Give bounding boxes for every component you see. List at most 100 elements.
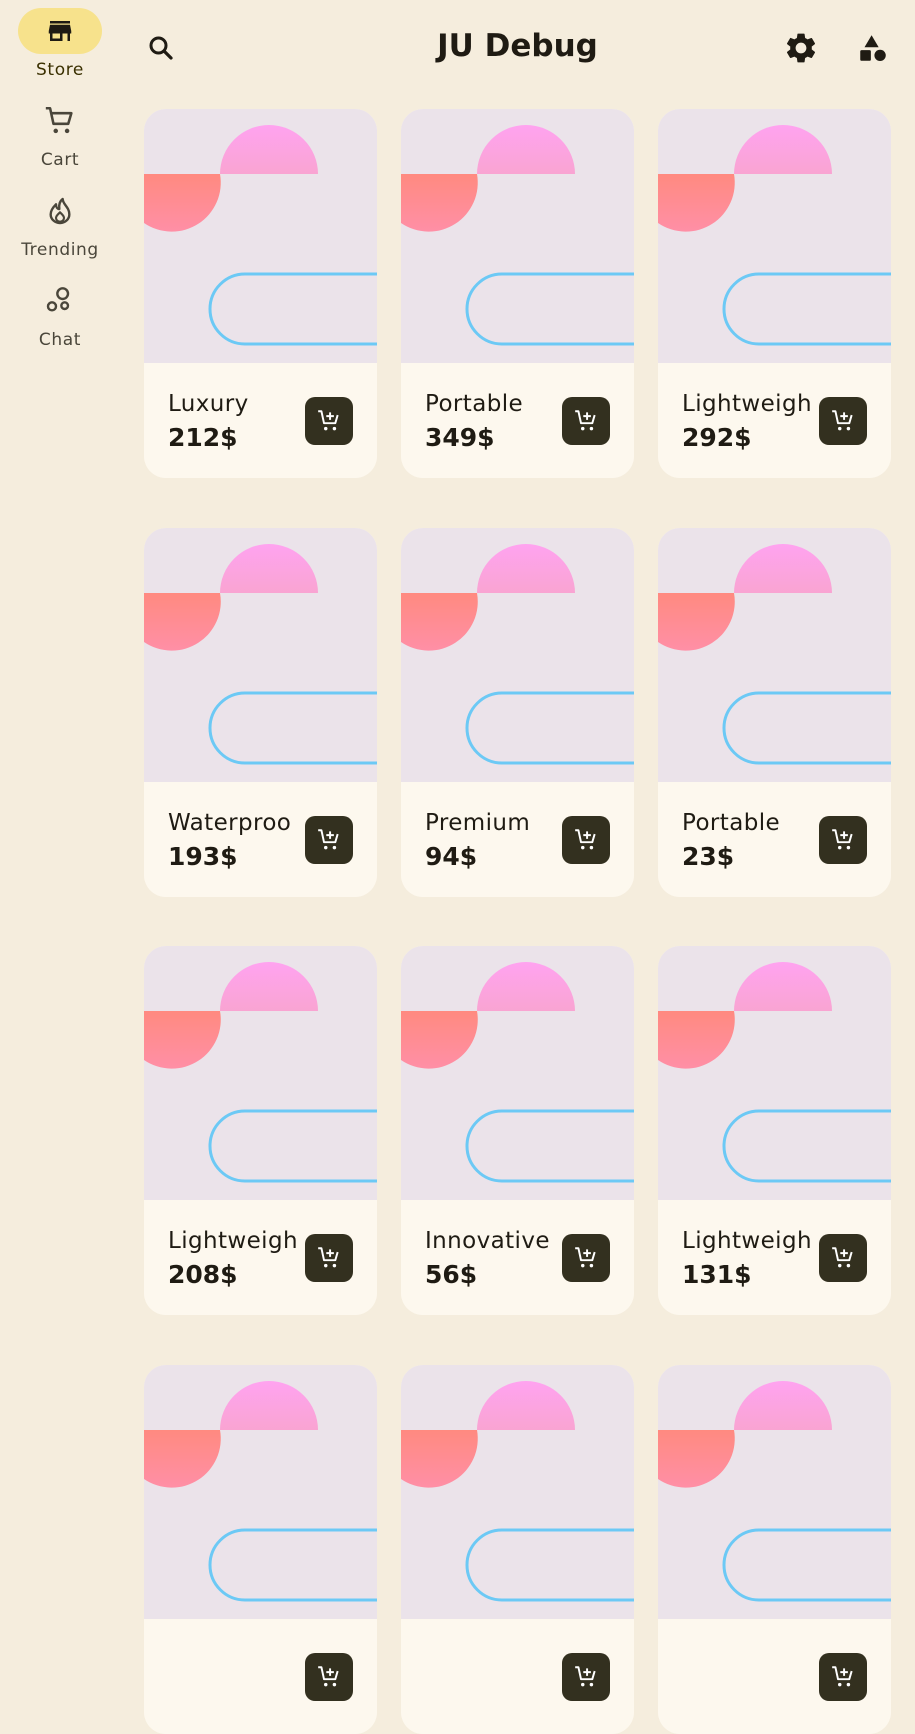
product-image <box>658 946 891 1200</box>
product-card[interactable] <box>658 1364 891 1734</box>
add-to-cart-button[interactable] <box>305 1652 353 1701</box>
nav-label-chat: Chat <box>38 330 82 350</box>
product-card[interactable] <box>401 1364 634 1734</box>
product-price: 349$ <box>425 423 495 452</box>
product-name: Premium <box>425 809 531 836</box>
product-price: 131$ <box>682 1260 752 1289</box>
add-shopping-cart-icon <box>575 410 596 431</box>
chat-icon <box>46 287 70 312</box>
add-shopping-cart-icon <box>318 1247 339 1268</box>
add-to-cart-button[interactable] <box>819 1234 867 1282</box>
abstract-shapes-illustration <box>144 1380 377 1601</box>
add-shopping-cart-icon <box>832 1247 853 1268</box>
product-image <box>401 1364 634 1619</box>
product-card[interactable] <box>144 1364 377 1734</box>
product-name: Portable <box>425 391 524 417</box>
store-icon <box>48 21 72 41</box>
add-to-cart-button[interactable] <box>562 815 610 864</box>
product-name: Portable <box>682 809 781 836</box>
product-info <box>144 1618 377 1734</box>
product-image <box>144 527 377 782</box>
nav-item-trending[interactable]: Trending <box>0 188 120 260</box>
abstract-shapes-illustration <box>658 125 891 346</box>
product-image <box>144 946 377 1200</box>
product-price: 212$ <box>168 423 238 452</box>
add-to-cart-button[interactable] <box>305 397 353 445</box>
add-to-cart-button[interactable] <box>819 397 867 445</box>
nav-item-cart[interactable]: Cart <box>0 98 120 170</box>
product-price: 56$ <box>425 1260 478 1289</box>
abstract-shapes-illustration <box>144 543 377 764</box>
product-image <box>401 946 634 1200</box>
product-info <box>658 1618 891 1734</box>
add-to-cart-button[interactable] <box>305 1234 353 1282</box>
product-name: Innovative <box>425 1228 550 1254</box>
store-icon-container <box>18 8 102 54</box>
chat-icon-container <box>18 278 102 324</box>
add-to-cart-button[interactable] <box>562 397 610 445</box>
search-button[interactable] <box>139 26 183 70</box>
trending-icon <box>49 197 71 225</box>
product-info: Premium 94$ <box>401 781 634 897</box>
shapes-icon <box>860 35 886 62</box>
product-info: Waterproo 193$ <box>144 781 377 897</box>
add-shopping-cart-icon <box>318 828 339 849</box>
product-info: Portable 349$ <box>401 363 634 478</box>
product-image <box>144 1364 377 1619</box>
product-card[interactable]: Lightweigh 131$ <box>658 946 891 1315</box>
abstract-shapes-illustration <box>658 962 891 1183</box>
product-image <box>401 527 634 782</box>
product-info: Lightweigh 208$ <box>144 1200 377 1315</box>
add-to-cart-button[interactable] <box>305 815 353 864</box>
product-info <box>401 1618 634 1734</box>
nav-item-store[interactable]: Store <box>0 8 120 80</box>
abstract-shapes-illustration <box>658 543 891 764</box>
product-info: Lightweigh 131$ <box>658 1200 891 1315</box>
add-to-cart-button[interactable] <box>562 1652 610 1701</box>
product-image <box>658 109 891 363</box>
product-name: Waterproo <box>168 809 292 836</box>
add-shopping-cart-icon <box>575 1665 596 1686</box>
shapes-button[interactable] <box>851 26 895 70</box>
product-name: Lightweigh <box>682 1228 812 1254</box>
cart-icon <box>45 106 73 134</box>
nav-label-cart: Cart <box>40 150 80 170</box>
product-card[interactable]: Portable 23$ <box>658 527 891 897</box>
add-shopping-cart-icon <box>832 1665 853 1686</box>
product-card[interactable]: Premium 94$ <box>401 527 634 897</box>
add-shopping-cart-icon <box>575 1247 596 1268</box>
product-price: 23$ <box>682 841 735 871</box>
product-image <box>658 1364 891 1619</box>
add-shopping-cart-icon <box>318 1665 339 1686</box>
trending-icon-container <box>18 188 102 234</box>
settings-button[interactable] <box>779 26 823 70</box>
product-card[interactable]: Lightweigh 292$ <box>658 109 891 478</box>
product-card[interactable]: Luxury 212$ <box>144 109 377 478</box>
top-app-bar: JU Debug <box>120 0 915 100</box>
product-image <box>658 527 891 782</box>
nav-label-trending: Trending <box>21 240 99 260</box>
product-card[interactable]: Waterproo 193$ <box>144 527 377 897</box>
add-to-cart-button[interactable] <box>819 1652 867 1701</box>
product-name: Lightweigh <box>168 1228 298 1254</box>
product-card[interactable]: Lightweigh 208$ <box>144 946 377 1315</box>
product-info: Portable 23$ <box>658 781 891 897</box>
add-shopping-cart-icon <box>832 828 853 849</box>
abstract-shapes-illustration <box>144 962 377 1183</box>
abstract-shapes-illustration <box>401 962 634 1183</box>
add-to-cart-button[interactable] <box>562 1234 610 1282</box>
product-info: Lightweigh 292$ <box>658 363 891 478</box>
product-price: 208$ <box>168 1260 238 1289</box>
nav-item-chat[interactable]: Chat <box>0 278 120 350</box>
add-shopping-cart-icon <box>318 410 339 431</box>
cart-icon-container <box>18 98 102 144</box>
abstract-shapes-illustration <box>401 125 634 346</box>
product-card[interactable]: Portable 349$ <box>401 109 634 478</box>
add-shopping-cart-icon <box>832 410 853 431</box>
product-name: Luxury <box>168 391 249 417</box>
product-price: 94$ <box>425 841 478 871</box>
product-name: Lightweigh <box>682 391 812 417</box>
add-to-cart-button[interactable] <box>819 815 867 864</box>
product-price: 292$ <box>682 423 752 452</box>
product-card[interactable]: Innovative 56$ <box>401 946 634 1315</box>
